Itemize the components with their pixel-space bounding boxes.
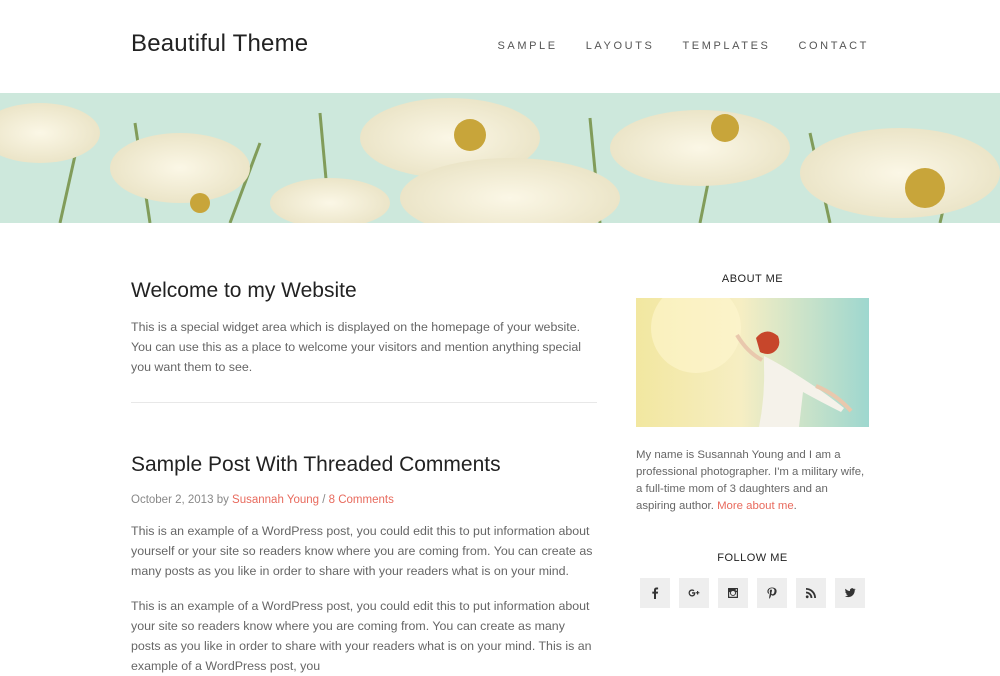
google-plus-icon[interactable]	[679, 578, 709, 608]
post-paragraph: This is an example of a WordPress post, …	[131, 524, 593, 579]
about-me-photo	[636, 298, 869, 427]
post-meta: October 2, 2013 by Susannah Young / 8 Co…	[131, 494, 597, 506]
welcome-title: Welcome to my Website	[131, 279, 357, 302]
nav-sample[interactable]: SAMPLE	[497, 40, 557, 52]
post-date: October 2, 2013	[131, 494, 214, 507]
about-me-text: My name is Susannah Young and I am a pro…	[636, 447, 869, 515]
about-end: .	[793, 500, 797, 512]
social-icons	[636, 578, 869, 608]
post-by: by	[216, 494, 229, 507]
site-header: Beautiful Theme SAMPLE LAYOUTS TEMPLATES…	[0, 0, 1000, 93]
main-nav: SAMPLE LAYOUTS TEMPLATES CONTACT	[497, 40, 869, 52]
post-title[interactable]: Sample Post With Threaded Comments	[131, 453, 597, 477]
more-about-me-link[interactable]: More about me	[717, 500, 794, 512]
nav-layouts[interactable]: LAYOUTS	[586, 40, 655, 52]
follow-me-heading: FOLLOW ME	[717, 552, 788, 564]
about-me-heading: ABOUT ME	[721, 273, 784, 285]
welcome-text: This is a special widget area which is d…	[131, 320, 581, 374]
meta-separator: /	[322, 494, 326, 507]
divider	[131, 402, 597, 403]
post-comments-link[interactable]: 8 Comments	[329, 494, 394, 506]
facebook-icon[interactable]	[640, 578, 670, 608]
instagram-icon[interactable]	[718, 578, 748, 608]
main-content: Welcome to my Website This is a special …	[131, 262, 597, 676]
pinterest-icon[interactable]	[757, 578, 787, 608]
post-author-link[interactable]: Susannah Young	[232, 494, 319, 506]
post-paragraph: This is an example of a WordPress post, …	[131, 599, 592, 674]
sidebar: ABOUT ME My name is Susannah Young and I…	[636, 262, 869, 608]
header-banner-image	[0, 93, 1000, 223]
rss-icon[interactable]	[796, 578, 826, 608]
site-title[interactable]: Beautiful Theme	[131, 30, 308, 58]
nav-contact[interactable]: CONTACT	[798, 40, 869, 52]
twitter-icon[interactable]	[835, 578, 865, 608]
nav-templates[interactable]: TEMPLATES	[682, 40, 770, 52]
